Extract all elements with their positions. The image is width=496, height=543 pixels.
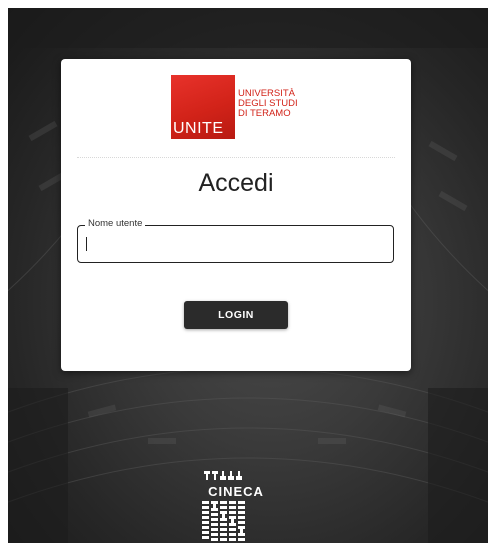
logo-mark-text: UNITE <box>173 120 224 137</box>
divider <box>77 157 395 158</box>
logo-wordmark: UNIVERSITÀ DEGLI STUDI DI TERAMO <box>238 89 298 119</box>
text-caret <box>86 237 87 251</box>
page-title: Accedi <box>198 169 274 197</box>
logo-mark: UNITE <box>171 75 235 139</box>
username-input[interactable] <box>78 226 393 262</box>
logo-line-3: DI TERAMO <box>238 108 291 119</box>
login-card: UNITE UNIVERSITÀ DEGLI STUDI DI TERAMO A… <box>61 59 411 371</box>
university-logo: UNITE UNIVERSITÀ DEGLI STUDI DI TERAMO <box>171 75 301 139</box>
login-page: UNITE UNIVERSITÀ DEGLI STUDI DI TERAMO A… <box>0 0 496 543</box>
login-button[interactable]: LOGIN <box>184 301 288 329</box>
username-field[interactable]: Nome utente <box>77 218 394 263</box>
cineca-logo: CINECA <box>200 468 272 543</box>
cineca-abacus-icon <box>202 471 245 541</box>
cineca-wordmark: CINECA <box>208 484 264 499</box>
